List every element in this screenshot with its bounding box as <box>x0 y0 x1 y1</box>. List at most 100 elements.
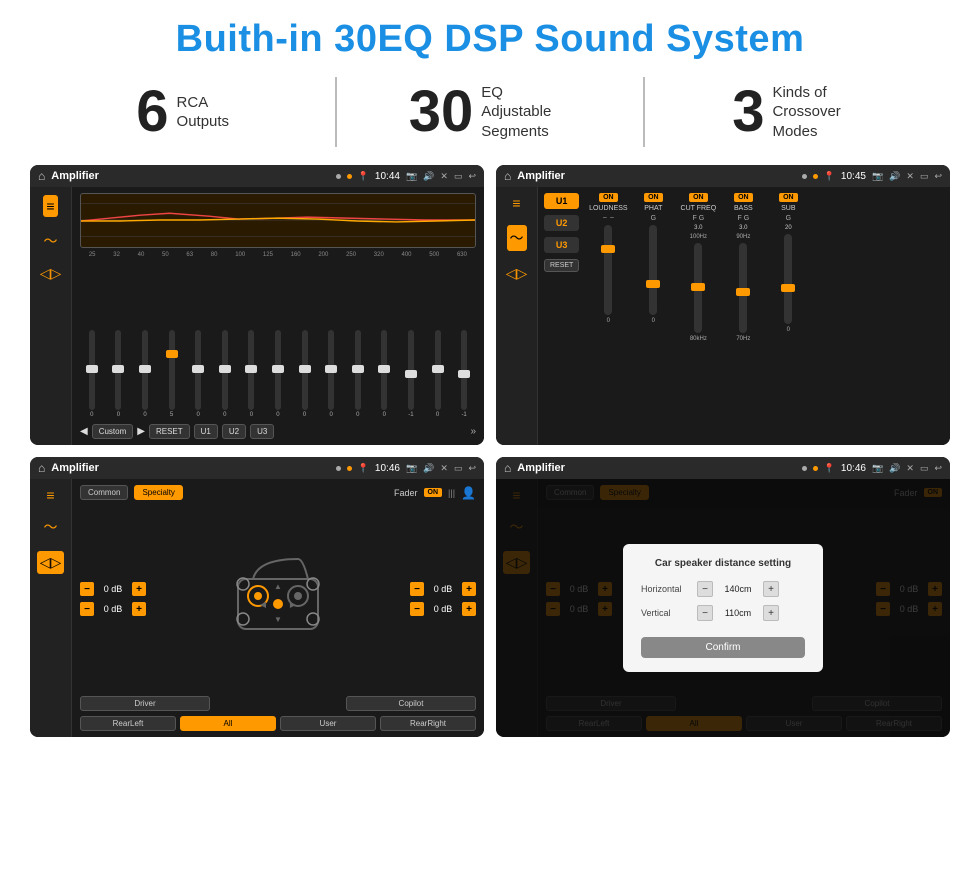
prev-arrow[interactable]: ◀ <box>80 426 88 437</box>
db-plus-1[interactable]: + <box>132 582 146 596</box>
footer-all[interactable]: All <box>180 716 276 731</box>
phat-slider[interactable] <box>649 225 657 315</box>
sidebar-speaker-icon-3[interactable]: ◁▷ <box>37 551 65 574</box>
loudness-on[interactable]: ON <box>599 193 618 202</box>
home-icon-1[interactable]: ⌂ <box>38 169 45 183</box>
bass-slider[interactable] <box>739 243 747 333</box>
channel-bass: ON BASS FG 3.0 90Hz 70Hz <box>723 193 763 439</box>
home-icon-3[interactable]: ⌂ <box>38 461 45 475</box>
eq-content: 253240506380100125160200250320400500630 … <box>72 187 484 445</box>
more-icon[interactable]: » <box>470 426 476 437</box>
fader-on[interactable]: ON <box>424 488 443 497</box>
tab-common[interactable]: Common <box>80 485 128 500</box>
home-icon-2[interactable]: ⌂ <box>504 169 511 183</box>
db-plus-3[interactable]: + <box>462 582 476 596</box>
footer-rearleft[interactable]: RearLeft <box>80 716 176 731</box>
eq-thumb-3[interactable] <box>139 365 151 373</box>
vertical-minus[interactable]: − <box>697 605 713 621</box>
eq-thumb-9[interactable] <box>299 365 311 373</box>
sub-on[interactable]: ON <box>779 193 798 202</box>
status-bar-3: ⌂ Amplifier 📍 10:46 📷 🔊 ✕ ▭ ↩ <box>30 457 484 479</box>
sidebar-eq-icon[interactable]: ≡ <box>43 195 57 217</box>
eq-thumb-2[interactable] <box>112 365 124 373</box>
eq-slider-13: -1 <box>408 330 414 418</box>
footer-copilot[interactable]: Copilot <box>346 696 476 711</box>
dialog-vertical-row: Vertical − 110cm + <box>641 605 805 621</box>
left-sidebar-2: ≡ 〜 ◁▷ <box>496 187 538 445</box>
confirm-button[interactable]: Confirm <box>641 637 805 658</box>
eq-thumb-10[interactable] <box>325 365 337 373</box>
x-icon-2: ✕ <box>906 171 914 182</box>
db-plus-4[interactable]: + <box>462 602 476 616</box>
loudness-slider[interactable] <box>604 225 612 315</box>
db-minus-1[interactable]: − <box>80 582 94 596</box>
u2-crossover[interactable]: U2 <box>544 215 579 231</box>
eq-thumb-14[interactable] <box>432 365 444 373</box>
dot-orange-4 <box>813 466 818 471</box>
reset-btn[interactable]: RESET <box>149 424 190 439</box>
u3-btn[interactable]: U3 <box>250 424 274 439</box>
sidebar-wave-icon-2[interactable]: 〜 <box>507 225 527 251</box>
dialog-title: Car speaker distance setting <box>641 558 805 569</box>
footer-rearright[interactable]: RearRight <box>380 716 476 731</box>
phat-on[interactable]: ON <box>644 193 663 202</box>
stat-rca-label: RCAOutputs <box>177 93 230 132</box>
fader-car-viz: ▲ ▼ ◀ ▶ <box>154 507 402 691</box>
cutfreq-on[interactable]: ON <box>689 193 708 202</box>
eq-thumb-7[interactable] <box>245 365 257 373</box>
horizontal-minus[interactable]: − <box>697 581 713 597</box>
sidebar-wave-icon[interactable]: 〜 <box>44 231 58 251</box>
sidebar-speaker-icon-2[interactable]: ◁▷ <box>506 265 528 282</box>
status-bar-1: ⌂ Amplifier 📍 10:44 📷 🔊 ✕ ▭ ↩ <box>30 165 484 187</box>
main-title: Buith-in 30EQ DSP Sound System <box>30 18 950 61</box>
footer-driver[interactable]: Driver <box>80 696 210 711</box>
eq-thumb-15[interactable] <box>458 370 470 378</box>
fader-text: Fader <box>394 488 418 498</box>
x-icon-4: ✕ <box>906 463 914 474</box>
bass-on[interactable]: ON <box>734 193 753 202</box>
left-sidebar-1: ≡ 〜 ◁▷ <box>30 187 72 445</box>
sidebar-speaker-icon[interactable]: ◁▷ <box>40 265 62 282</box>
horizontal-plus[interactable]: + <box>763 581 779 597</box>
back-icon-3[interactable]: ↩ <box>468 463 476 474</box>
rect-icon-1: ▭ <box>454 171 463 182</box>
eq-thumb-4[interactable] <box>166 350 178 358</box>
app-name-1: Amplifier <box>51 170 329 182</box>
sidebar-eq-icon-2[interactable]: ≡ <box>512 195 520 211</box>
eq-thumb-6[interactable] <box>219 365 231 373</box>
vertical-plus[interactable]: + <box>763 605 779 621</box>
eq-thumb-8[interactable] <box>272 365 284 373</box>
crossover-reset[interactable]: RESET <box>544 259 579 272</box>
tab-specialty[interactable]: Specialty <box>134 485 182 500</box>
db-minus-3[interactable]: − <box>410 582 424 596</box>
back-icon-4[interactable]: ↩ <box>934 463 942 474</box>
eq-slider-5: 0 <box>195 330 201 418</box>
sidebar-wave-icon-3[interactable]: 〜 <box>44 517 58 537</box>
db-value-3: 0 dB <box>427 584 459 594</box>
db-value-4: 0 dB <box>427 604 459 614</box>
eq-thumb-12[interactable] <box>378 365 390 373</box>
eq-thumb-1[interactable] <box>86 365 98 373</box>
back-icon-1[interactable]: ↩ <box>468 171 476 182</box>
u2-btn[interactable]: U2 <box>222 424 246 439</box>
db-minus-2[interactable]: − <box>80 602 94 616</box>
eq-thumb-5[interactable] <box>192 365 204 373</box>
eq-freq-labels: 253240506380100125160200250320400500630 <box>80 252 476 258</box>
u3-crossover[interactable]: U3 <box>544 237 579 253</box>
camera-icon-1: 📷 <box>406 171 417 182</box>
next-arrow[interactable]: ▶ <box>137 426 145 437</box>
sub-slider[interactable] <box>784 234 792 324</box>
u1-btn[interactable]: U1 <box>194 424 218 439</box>
footer-user[interactable]: User <box>280 716 376 731</box>
db-plus-2[interactable]: + <box>132 602 146 616</box>
cutfreq-slider[interactable] <box>694 243 702 333</box>
back-icon-2[interactable]: ↩ <box>934 171 942 182</box>
home-icon-4[interactable]: ⌂ <box>504 461 511 475</box>
db-minus-4[interactable]: − <box>410 602 424 616</box>
eq-thumb-11[interactable] <box>352 365 364 373</box>
u1-crossover[interactable]: U1 <box>544 193 579 209</box>
sidebar-eq-icon-3[interactable]: ≡ <box>46 487 54 503</box>
eq-thumb-13[interactable] <box>405 370 417 378</box>
stats-row: 6 RCAOutputs 30 EQ AdjustableSegments 3 … <box>30 77 950 147</box>
custom-btn[interactable]: Custom <box>92 424 134 439</box>
